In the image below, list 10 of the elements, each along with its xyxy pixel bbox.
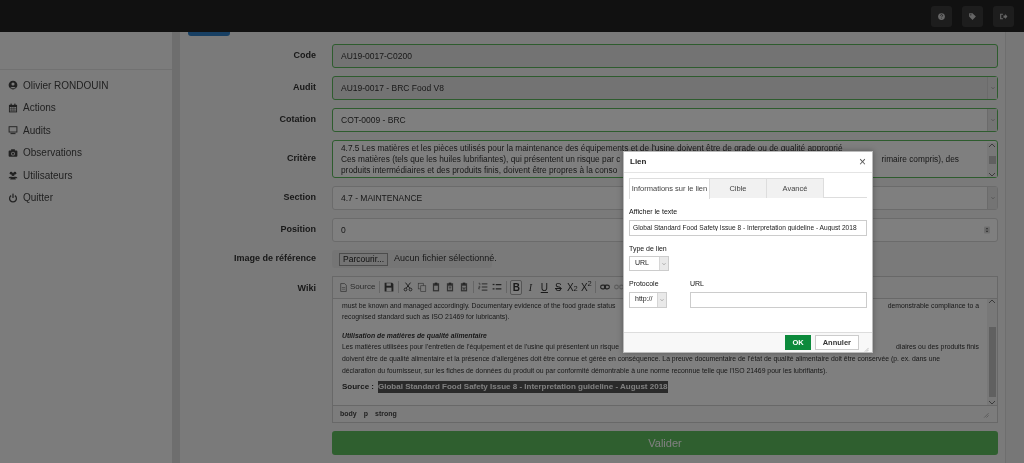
dialog-title: Lien	[630, 156, 647, 168]
field-label: Wiki	[296, 282, 316, 295]
field-label: Critère	[286, 152, 316, 166]
field-label: Image de référence	[232, 252, 316, 266]
field-label: Cotation	[278, 113, 316, 127]
field-label: Position	[279, 223, 316, 237]
field-label: Audit	[292, 81, 316, 95]
source-label: Source :	[342, 381, 374, 393]
field-label: Section	[282, 191, 316, 205]
field-label: Code	[292, 49, 316, 63]
